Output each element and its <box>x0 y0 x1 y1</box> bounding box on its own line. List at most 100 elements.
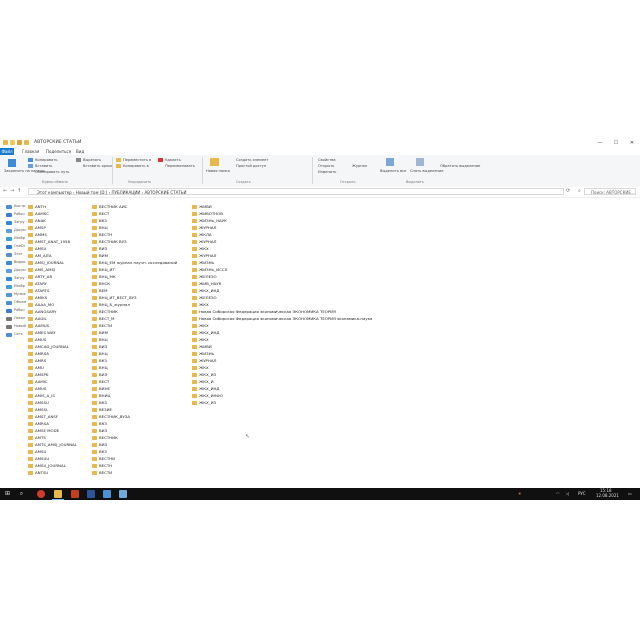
tab-home[interactable]: Главная <box>18 148 43 155</box>
forward-arrow-icon[interactable]: → <box>10 188 14 194</box>
folder-item[interactable]: AMCAD_JOURNAL <box>28 343 77 350</box>
folder-item[interactable]: ЖИЗНЬ <box>192 350 372 357</box>
nav-item-icon[interactable] <box>6 317 12 321</box>
tab-share[interactable]: Поделиться <box>42 148 75 155</box>
new-folder-button[interactable]: Новая папка <box>206 169 230 173</box>
nav-item-label[interactable]: Этот <box>14 252 23 256</box>
nav-item-icon[interactable] <box>6 293 12 297</box>
move-to-button[interactable]: Переместить в <box>123 158 151 162</box>
notifications-icon[interactable]: ▭ <box>628 490 632 498</box>
folder-item[interactable]: ВКЗ <box>92 420 177 427</box>
folder-item[interactable]: ВКЗ <box>92 399 177 406</box>
folder-item[interactable]: AMU <box>28 364 77 371</box>
folder-item[interactable]: ВЕСТ <box>92 378 177 385</box>
folder-item[interactable]: ВИЗ <box>92 343 177 350</box>
folder-item[interactable]: AAGIL <box>28 315 77 322</box>
tab-view[interactable]: Вид <box>72 148 88 155</box>
folder-item[interactable]: ВЕМ <box>92 287 177 294</box>
folder-item[interactable]: ВИЗ <box>92 427 177 434</box>
address-path[interactable]: Этот компьютер › Новый том (D:) › ПУБЛИК… <box>28 188 564 195</box>
nav-item-label[interactable]: Сеть <box>14 332 23 336</box>
folder-item[interactable]: AMSSL <box>28 406 77 413</box>
folder-item[interactable]: AMUS <box>28 385 77 392</box>
copy-button[interactable]: Копировать <box>35 158 57 162</box>
folder-item[interactable]: Новая Сибирская Федерация экономическая … <box>192 308 372 315</box>
folder-item[interactable]: AMIS_A_IS <box>28 392 77 399</box>
folder-item[interactable]: ВИМ <box>92 329 177 336</box>
folder-item[interactable]: ВЕЗИЕ <box>92 406 177 413</box>
quick-access-folder-icon[interactable] <box>10 140 15 145</box>
folder-item[interactable]: ЖКХ_ИЗ <box>192 371 372 378</box>
folder-item[interactable]: ВНЦ_МК <box>92 273 177 280</box>
folder-item[interactable]: ВНСК <box>92 280 177 287</box>
folder-item[interactable]: ЖУРНАЛ <box>192 238 372 245</box>
select-none-button[interactable]: Снять выделение <box>410 169 443 173</box>
folder-item[interactable]: AMUS <box>28 336 77 343</box>
new-item-button[interactable]: Создать элемент <box>236 158 269 162</box>
folder-item[interactable]: ЖИЗНЬ <box>192 259 372 266</box>
app-icon[interactable] <box>119 490 127 498</box>
start-button[interactable]: ⊞ <box>3 490 12 498</box>
folder-item[interactable]: ЖИВИ <box>192 203 372 210</box>
folder-item[interactable]: AMSSU <box>28 399 77 406</box>
folder-item[interactable]: ВЕСТ_М <box>92 315 177 322</box>
pin-icon[interactable] <box>8 159 16 167</box>
folder-item[interactable]: ЖУРНАЛ <box>192 357 372 364</box>
folder-item[interactable]: AMTS <box>28 434 77 441</box>
folder-item[interactable]: ANTSU <box>28 469 77 476</box>
folder-item[interactable]: AMSU_JOURNAL <box>28 462 77 469</box>
paste-shortcut-button[interactable]: Вставить ярлык <box>83 164 113 168</box>
folder-item[interactable]: ВИНЕ <box>92 385 177 392</box>
folder-item[interactable]: AAMSC <box>28 210 77 217</box>
nav-expand-chevron-icon[interactable]: › <box>1 220 2 224</box>
folder-item[interactable]: AMRS <box>28 357 77 364</box>
folder-item[interactable]: AMS_AMSJ <box>28 266 77 273</box>
nav-item-icon[interactable] <box>6 261 12 265</box>
folder-item[interactable]: ВЕСТНИ <box>92 455 177 462</box>
folder-item[interactable]: AMES WAY <box>28 329 77 336</box>
folder-item[interactable]: ЖКХ_ИЗ <box>192 399 372 406</box>
folder-item[interactable]: ВИЗ <box>92 245 177 252</box>
folder-item[interactable]: AMMS <box>28 231 77 238</box>
nav-item-icon[interactable] <box>6 221 12 225</box>
nav-item-icon[interactable] <box>6 301 12 305</box>
nav-expand-chevron-icon[interactable]: › <box>1 308 2 312</box>
nav-item-icon[interactable] <box>6 237 12 241</box>
nav-expand-chevron-icon[interactable]: › <box>1 276 2 280</box>
folder-item[interactable]: ЖКХ_И <box>192 378 372 385</box>
nav-expand-chevron-icon[interactable]: › <box>1 268 2 272</box>
folder-item[interactable]: ВНИЦ <box>92 392 177 399</box>
nav-item-icon[interactable] <box>6 325 12 329</box>
folder-item[interactable]: ВЕСТНИК_ВУЗА <box>92 413 177 420</box>
copy-to-button[interactable]: Копировать в <box>123 164 149 168</box>
nav-expand-chevron-icon[interactable]: › <box>1 284 2 288</box>
folder-item[interactable]: ВЕСТИ <box>92 322 177 329</box>
back-arrow-icon[interactable]: ← <box>3 188 7 194</box>
copy-path-button[interactable]: Скопировать путь <box>35 170 69 174</box>
folder-item[interactable]: AMRSA <box>28 350 77 357</box>
folder-item[interactable]: ВЕСТНИК <box>92 308 177 315</box>
folder-item[interactable]: AMSUU <box>28 455 77 462</box>
folder-item[interactable]: ВНЦ <box>92 364 177 371</box>
nav-item-icon[interactable] <box>6 205 12 209</box>
nav-item-icon[interactable] <box>6 285 12 289</box>
cut-button[interactable]: Вырезать <box>83 158 101 162</box>
minimize-button[interactable]: — <box>592 139 608 147</box>
folder-item[interactable]: ВИЗ <box>92 441 177 448</box>
folder-item[interactable]: ЖИВИ <box>192 343 372 350</box>
nav-expand-chevron-icon[interactable]: › <box>1 204 2 208</box>
folder-item[interactable]: ВНЦ_ЕМ журнал научн. исследований <box>92 259 177 266</box>
refresh-icon[interactable]: ⟳ <box>566 188 570 194</box>
folder-item[interactable]: AMSP <box>28 224 77 231</box>
folder-item[interactable]: AMST_ANSF <box>28 413 77 420</box>
close-button[interactable]: ✕ <box>624 139 640 147</box>
select-all-button[interactable]: Выделить все <box>380 169 406 173</box>
tab-file[interactable]: Файл <box>0 148 14 155</box>
folder-item[interactable]: ЖКХ <box>192 364 372 371</box>
clock-date[interactable]: 12.08.2021 <box>596 493 619 498</box>
folder-item[interactable]: AAMIC <box>28 378 77 385</box>
folder-item[interactable]: ЖЕЛЕЗО <box>192 294 372 301</box>
nav-expand-chevron-icon[interactable]: › <box>1 236 2 240</box>
nav-item-icon[interactable] <box>6 213 12 217</box>
search-input[interactable]: Поиск: АВТОРСКИЕ... <box>584 188 636 195</box>
